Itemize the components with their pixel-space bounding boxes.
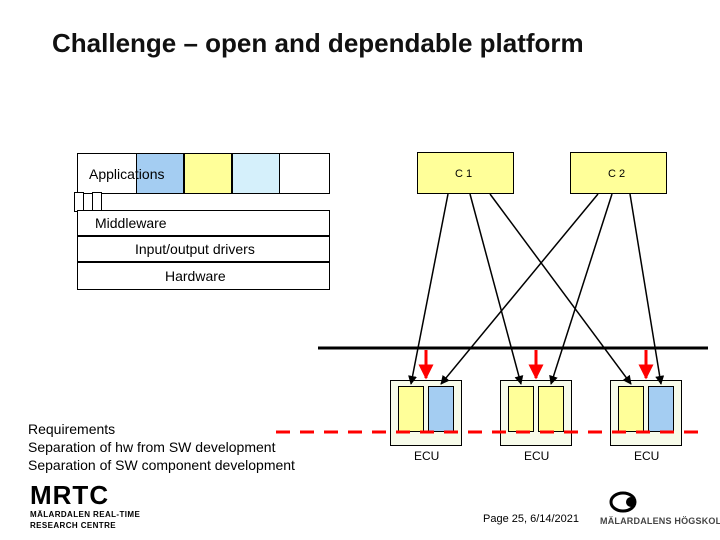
app-seg-2 (184, 153, 232, 194)
app-seg-3 (232, 153, 280, 194)
page-title: Challenge – open and dependable platform (52, 28, 584, 59)
mdh-logo-text: MÄLARDALENS HÖGSKOLA (600, 516, 720, 526)
c2-label: C 2 (608, 168, 625, 180)
footer-page: Page 25, 6/14/2021 (483, 513, 579, 525)
notch-left (74, 192, 84, 212)
requirements-line2: Separation of SW component development (28, 457, 295, 475)
ecu2-label: ECU (524, 449, 549, 463)
mrtc-sub2: RESEARCH CENTRE (30, 521, 116, 530)
hardware-label: Hardware (165, 268, 226, 284)
requirements-line1: Separation of hw from SW development (28, 439, 275, 457)
ecu2-bar-b (538, 386, 564, 432)
ecu1-bar-b (428, 386, 454, 432)
ecu1-label: ECU (414, 449, 439, 463)
io-drivers-label: Input/output drivers (135, 241, 255, 257)
ecu3-bar-a (618, 386, 644, 432)
ecu3-label: ECU (634, 449, 659, 463)
ecu1-bar-a (398, 386, 424, 432)
mrtc-sub1: MÄLARDALEN REAL-TIME (30, 510, 140, 519)
c1-label: C 1 (455, 168, 472, 180)
mrtc-logo-text: MRTC (30, 480, 109, 511)
applications-label: Applications (89, 166, 165, 182)
middleware-label: Middleware (95, 215, 167, 231)
ecu2-bar-a (508, 386, 534, 432)
requirements-heading: Requirements (28, 421, 115, 439)
ecu3-bar-b (648, 386, 674, 432)
notch-right (92, 192, 102, 212)
